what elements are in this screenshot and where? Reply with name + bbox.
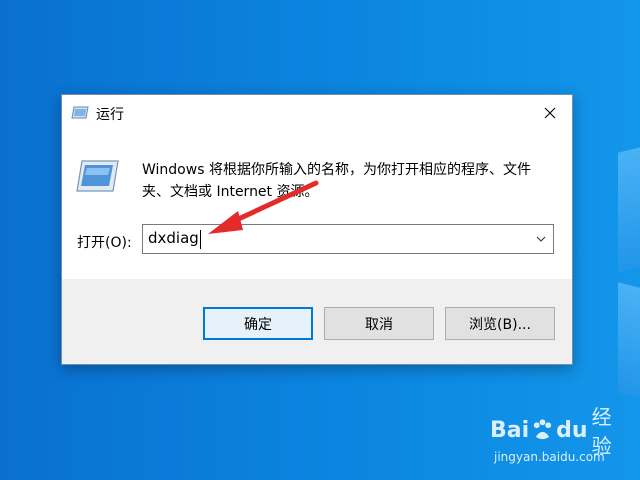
cancel-button[interactable]: 取消: [324, 307, 434, 340]
close-button[interactable]: [528, 95, 572, 131]
desktop: 运行 Windows 将根据你所输入的名称，为你打开相应的程序、文件夹、文档或 …: [0, 0, 640, 480]
browse-button[interactable]: 浏览(B)...: [445, 307, 555, 340]
dropdown-button[interactable]: [529, 225, 553, 253]
dialog-content: Windows 将根据你所输入的名称，为你打开相应的程序、文件夹、文档或 Int…: [62, 131, 572, 279]
watermark-url: jingyan.baidu.com: [494, 450, 605, 464]
chevron-down-icon: [536, 236, 546, 242]
ok-button[interactable]: 确定: [203, 307, 313, 340]
dialog-title: 运行: [96, 107, 124, 123]
run-program-icon: [76, 160, 119, 192]
open-label: 打开(O):: [77, 235, 132, 251]
logo-text-left: Bai: [490, 417, 530, 443]
baidu-jingyan-watermark: Bai du 经验 jingyan.baidu.com: [490, 405, 630, 472]
run-dialog: 运行 Windows 将根据你所输入的名称，为你打开相应的程序、文件夹、文档或 …: [61, 94, 573, 365]
title-bar[interactable]: 运行: [62, 95, 572, 131]
logo-text-right: du: [556, 417, 588, 443]
run-app-icon: [71, 106, 89, 119]
wallpaper-shard: [618, 282, 640, 398]
paw-icon: [534, 419, 552, 440]
baidu-logo: Bai du 经验: [490, 405, 630, 458]
dialog-description: Windows 将根据你所输入的名称，为你打开相应的程序、文件夹、文档或 Int…: [142, 162, 531, 200]
wallpaper-shard: [618, 147, 640, 273]
open-input-value[interactable]: dxdiag: [148, 229, 199, 247]
close-icon: [544, 107, 556, 119]
open-combobox[interactable]: dxdiag: [142, 224, 554, 254]
text-caret: [200, 230, 201, 249]
dialog-footer: 确定 取消 浏览(B)...: [62, 279, 572, 364]
